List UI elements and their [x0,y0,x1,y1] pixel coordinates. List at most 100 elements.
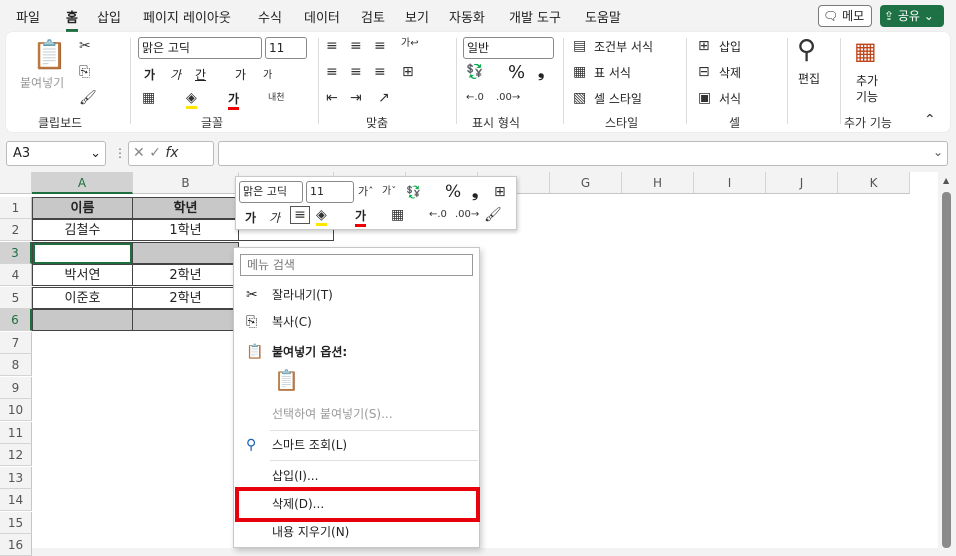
mini-font-color-button[interactable]: 가 [355,207,367,227]
column-header-h[interactable]: H [622,172,694,194]
delete-cells-button[interactable]: 삭제 [719,64,741,81]
row-header-14[interactable]: 14 [0,489,32,511]
cell-b6[interactable] [132,309,239,331]
format-cells-icon[interactable]: ▣ [698,90,711,106]
fill-color-icon[interactable]: ◈ [316,207,327,226]
paste-option-icon[interactable]: 📋 [274,370,299,390]
column-header-g[interactable]: G [550,172,622,194]
align-right-icon[interactable]: ≡ [374,64,386,80]
fill-color-icon[interactable]: ◈ [186,90,197,109]
tab-file[interactable]: 파일 [16,7,40,26]
column-header-b[interactable]: B [133,172,239,194]
menu-search-input[interactable]: 메뉴 검색 [240,254,473,276]
phonetic-icon[interactable]: 내천 [268,90,285,106]
tab-developer[interactable]: 개발 도구 [509,7,561,26]
mini-comma-button[interactable]: ❟ [472,182,478,202]
column-header-a[interactable]: A [32,172,133,194]
row-header-7[interactable]: 7 [0,332,32,354]
cell-b2[interactable]: 1학년 [132,219,239,241]
italic-button[interactable]: 가 [170,66,181,83]
tab-formulas[interactable]: 수식 [258,7,282,26]
row-header-12[interactable]: 12 [0,444,32,466]
menu-item-clear-contents[interactable]: 내용 지우기(N) [234,521,479,543]
cell-b4[interactable]: 2학년 [132,264,239,286]
decrease-decimal-icon[interactable]: .00→ [455,207,479,223]
scrollbar-thumb[interactable] [942,192,951,548]
cell-a2[interactable]: 김철수 [32,219,133,241]
font-name-dropdown[interactable]: 맑은 고딕 [138,37,262,59]
format-painter-icon[interactable]: 🖌 [484,207,502,223]
column-header-k[interactable]: K [838,172,910,194]
column-header-i[interactable]: I [694,172,766,194]
collapse-ribbon-icon[interactable]: ⌃ [924,112,936,128]
cell-b1[interactable]: 학년 [132,197,239,219]
shrink-font-button[interactable]: 가 [263,66,272,81]
cell-styles-button[interactable]: 셀 스타일 [594,90,642,107]
add-ins-label-1[interactable]: 추가 [856,72,878,89]
mini-percent-button[interactable]: % [445,182,461,202]
currency-icon[interactable]: 💱 [406,184,421,200]
center-align-icon[interactable]: ≡ [290,206,310,224]
row-header-15[interactable]: 15 [0,512,32,534]
cell-b5[interactable]: 2학년 [132,287,239,309]
row-header-3[interactable]: 3 [0,242,32,264]
tab-view[interactable]: 보기 [405,7,429,26]
bold-button[interactable]: 가 [144,66,155,83]
row-header-1[interactable]: 1 [0,197,32,219]
align-bottom-icon[interactable]: ≡ [374,38,386,54]
align-center-icon[interactable]: ≡ [350,64,362,80]
number-format-dropdown[interactable]: 일반 [463,37,554,59]
align-left-icon[interactable]: ≡ [326,64,338,80]
menu-item-paste-special[interactable]: 선택하여 붙여넣기(S)... [234,403,479,425]
column-header-j[interactable]: J [766,172,838,194]
merge-icon[interactable]: ⊞ [402,64,414,80]
formula-input[interactable]: ⌄ [218,141,948,166]
tab-automate[interactable]: 자동화 [449,7,485,26]
insert-cells-button[interactable]: 삽입 [719,38,741,55]
cancel-icon[interactable]: ✕ [133,145,145,161]
tab-review[interactable]: 검토 [361,7,385,26]
menu-item-insert[interactable]: 삽입(I)... [234,465,479,487]
delete-cells-icon[interactable]: ⊟ [698,64,710,80]
memo-button[interactable]: 🗨 메모 [818,5,872,27]
select-all-corner[interactable] [0,172,32,194]
row-header-6[interactable]: 6 [0,309,32,331]
row-header-4[interactable]: 4 [0,264,32,286]
align-middle-icon[interactable]: ≡ [350,38,362,54]
row-header-16[interactable]: 16 [0,534,32,556]
mini-size-dropdown[interactable]: 11 [306,181,354,203]
percent-button[interactable]: % [508,62,525,83]
align-top-icon[interactable]: ≡ [326,38,338,54]
tab-data[interactable]: 데이터 [304,7,340,26]
border-icon[interactable]: ▦ [391,207,404,223]
editing-button[interactable]: 편집 [798,70,820,87]
indent-increase-icon[interactable]: ⇥ [350,90,362,106]
mini-font-dropdown[interactable]: 맑은 고딕 [239,181,303,203]
cell-b3[interactable] [132,242,239,264]
wrap-text-icon[interactable]: 가↩ [401,36,419,52]
cell-a1[interactable]: 이름 [32,197,133,219]
decrease-decimal-icon[interactable]: .00→ [496,90,520,106]
orientation-icon[interactable]: ↗ [378,90,390,106]
menu-item-cut[interactable]: ✂ 잘라내기(T) [234,284,479,306]
copy-icon[interactable]: ⎘ [79,64,90,80]
shrink-font-icon[interactable]: 가ˇ [382,184,396,200]
conditional-format-button[interactable]: 조건부 서식 [594,38,653,55]
mini-bold-button[interactable]: 가 [245,209,256,226]
tab-help[interactable]: 도움말 [585,7,621,26]
add-ins-icon[interactable]: ▦ [854,38,877,64]
currency-icon[interactable]: 💱 [466,64,483,80]
enter-icon[interactable]: ✓ [149,145,161,161]
share-button[interactable]: ⇪ 공유 ⌄ [880,5,944,27]
row-header-9[interactable]: 9 [0,377,32,399]
insert-cells-icon[interactable]: ⊞ [698,38,710,54]
cell-styles-icon[interactable]: ▧ [573,90,586,106]
row-header-11[interactable]: 11 [0,422,32,444]
magnifier-icon[interactable]: ⚲ [797,36,816,64]
conditional-format-icon[interactable]: ▤ [573,38,586,54]
comma-button[interactable]: ❟ [538,62,544,82]
row-header-13[interactable]: 13 [0,467,32,489]
cell-a5[interactable]: 이준호 [32,287,133,309]
expand-icon[interactable]: ⌄ [933,145,943,159]
format-cells-button[interactable]: 서식 [719,90,741,107]
